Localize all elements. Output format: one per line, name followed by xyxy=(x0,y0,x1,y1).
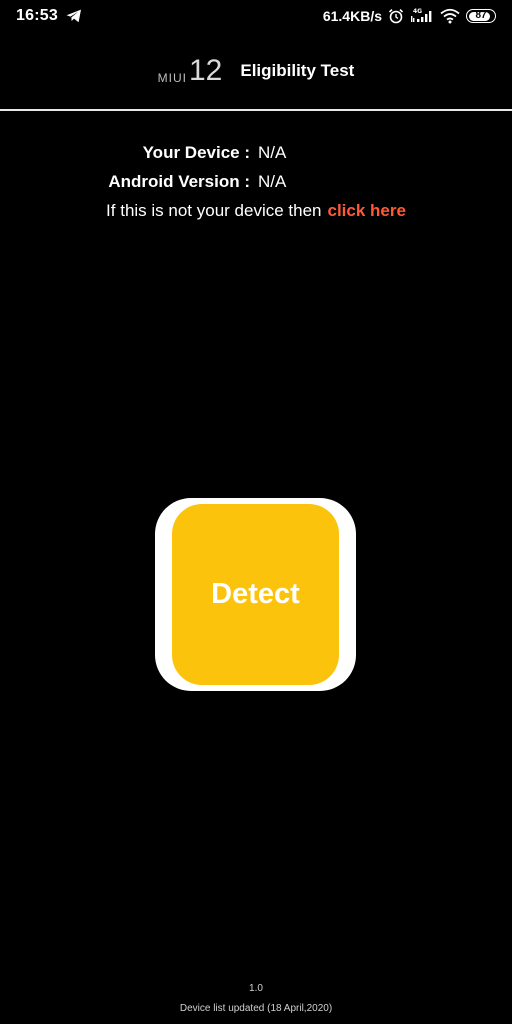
detect-button-frame: Detect xyxy=(155,498,356,691)
device-value: N/A xyxy=(258,143,287,162)
android-version-label: Android Version : xyxy=(108,172,250,191)
detect-button-label: Detect xyxy=(211,578,300,610)
status-bar: 16:53 61.4KB/s 4G 87 xyxy=(0,0,512,32)
device-label: Your Device : xyxy=(142,143,250,162)
brand-number: 12 xyxy=(188,54,223,87)
android-version-row: Android Version : N/A xyxy=(0,172,512,192)
app-header: MIUI 12 Eligibility Test xyxy=(0,32,512,110)
miui-logo: MIUI 12 xyxy=(158,56,223,86)
page-title: Eligibility Test xyxy=(240,61,355,80)
alarm-icon xyxy=(388,8,404,24)
device-row: Your Device : N/A xyxy=(0,143,512,163)
device-list-updated: Device list updated (18 April,2020) xyxy=(179,1003,333,1014)
status-time: 16:53 xyxy=(16,7,58,24)
battery-icon: 87 xyxy=(466,9,496,23)
wifi-icon xyxy=(440,8,460,24)
app-version: 1.0 xyxy=(249,983,263,994)
status-left: 16:53 xyxy=(16,7,82,25)
telegram-icon xyxy=(66,9,82,23)
notice-text: If this is not your device then xyxy=(106,201,322,220)
signal-icon: 4G xyxy=(410,7,434,25)
network-type-label: 4G xyxy=(413,8,422,15)
battery-level: 87 xyxy=(475,10,487,21)
android-version-value: N/A xyxy=(258,172,287,191)
click-here-link[interactable]: click here xyxy=(328,201,406,220)
brand-text: MIUI xyxy=(157,71,187,85)
net-speed: 61.4KB/s xyxy=(322,8,382,24)
device-notice: If this is not your device then click her… xyxy=(0,201,512,221)
header-divider xyxy=(0,109,512,111)
detect-button[interactable]: Detect xyxy=(172,504,339,685)
battery-body: 87 xyxy=(466,9,496,23)
status-right: 61.4KB/s 4G 87 xyxy=(323,7,496,25)
